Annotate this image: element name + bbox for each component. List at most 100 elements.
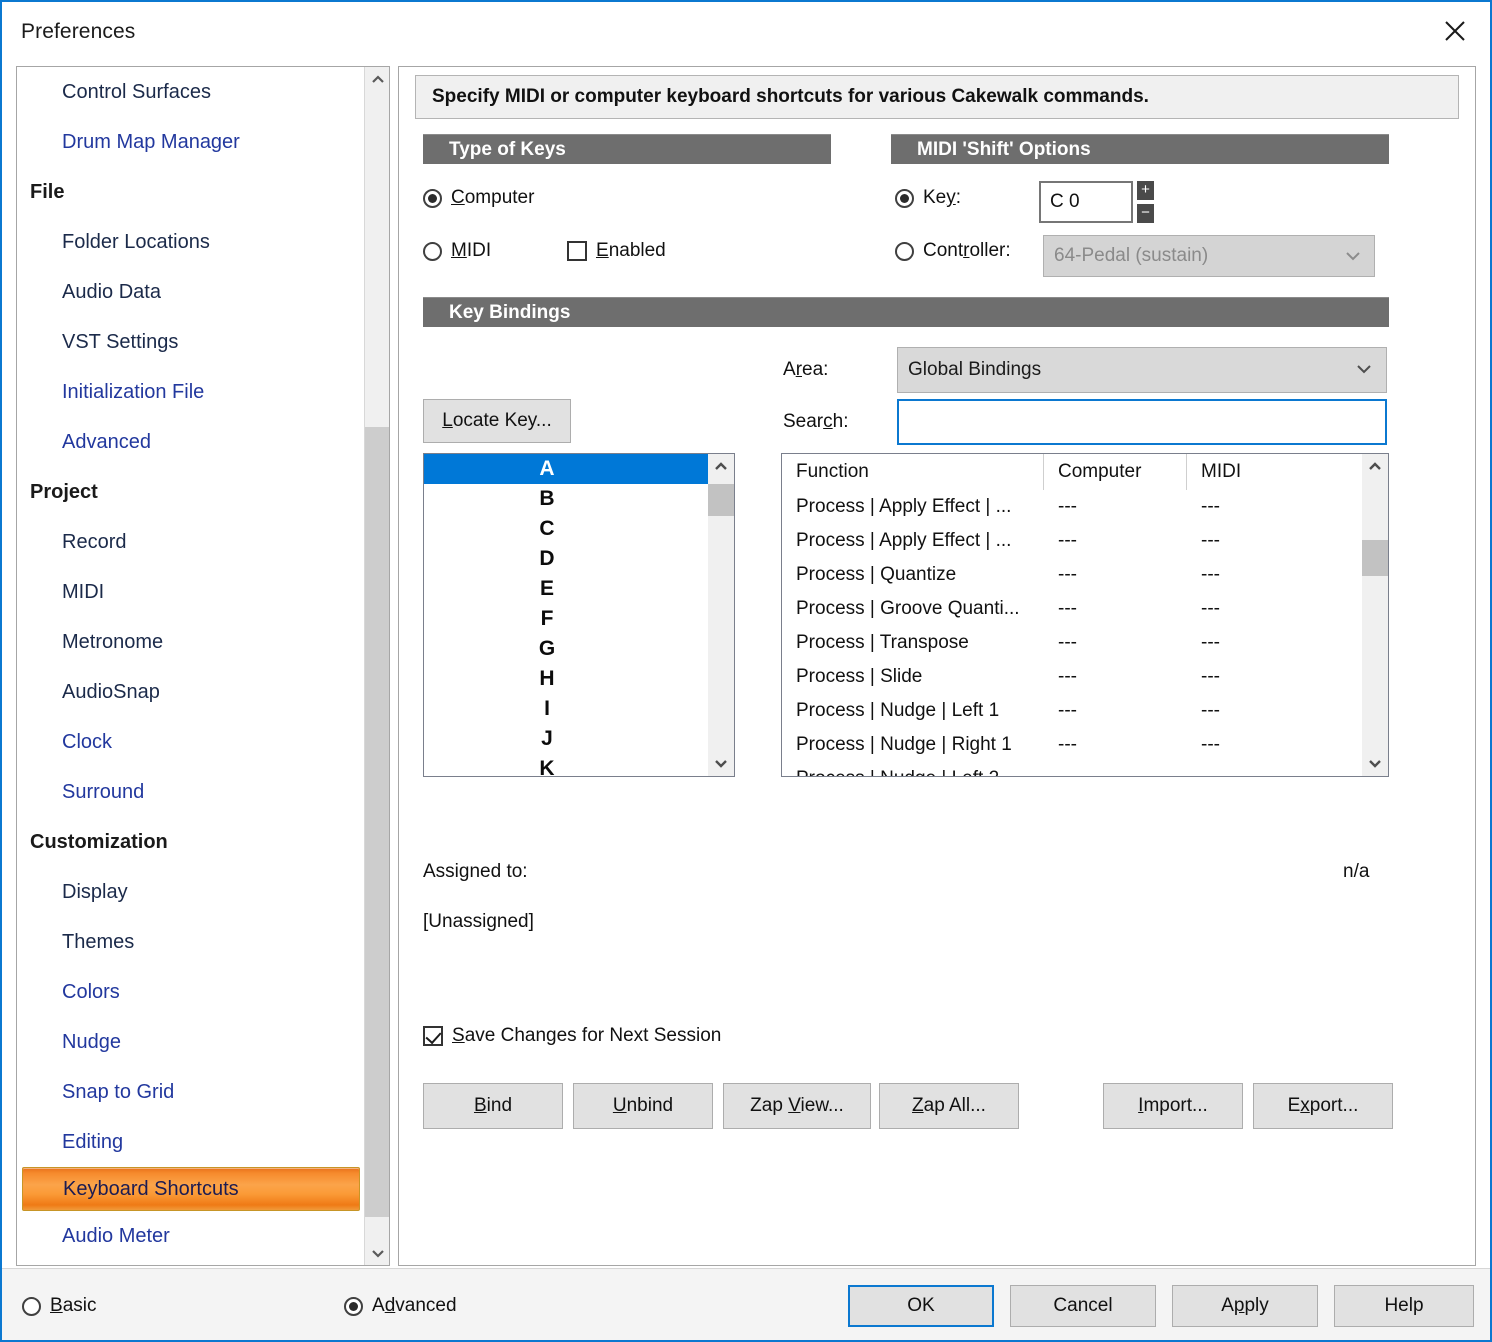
title-bar: Preferences <box>2 2 1490 64</box>
sidebar-item-keyboard-shortcuts[interactable]: Keyboard Shortcuts <box>22 1167 360 1211</box>
key-list-item[interactable]: F <box>424 604 710 634</box>
key-list-item[interactable]: I <box>424 694 710 724</box>
sidebar-item-label: Project <box>30 481 98 504</box>
key-list-item[interactable]: H <box>424 664 710 694</box>
column-header-midi[interactable]: MIDI <box>1187 454 1363 490</box>
locate-key-button[interactable]: Locate Key... <box>423 399 571 443</box>
table-row[interactable]: Process | Nudge | Left 1------ <box>782 694 1363 728</box>
locate-key-label: Locate Key... <box>442 410 552 432</box>
table-row[interactable]: Process | Nudge | Right 1------ <box>782 728 1363 762</box>
sidebar-item-midi[interactable]: MIDI <box>17 567 365 617</box>
radio-midi[interactable]: MIDI <box>423 240 491 262</box>
radio-key[interactable]: Key: <box>895 187 961 209</box>
table-row[interactable]: Process | Groove Quanti...------ <box>782 592 1363 626</box>
table-row[interactable]: Process | Nudge | Left 2------ <box>782 762 1363 777</box>
sidebar-scrollbar[interactable] <box>364 67 389 1265</box>
sidebar-item-initialization-file[interactable]: Initialization File <box>17 367 365 417</box>
help-button[interactable]: Help <box>1334 1285 1474 1327</box>
zap-view-button[interactable]: Zap View... <box>723 1083 871 1129</box>
key-list-item[interactable]: E <box>424 574 710 604</box>
key-list-item[interactable]: J <box>424 724 710 754</box>
info-text: Specify MIDI or computer keyboard shortc… <box>415 75 1459 119</box>
sidebar-item-themes[interactable]: Themes <box>17 917 365 967</box>
sidebar-item-audio-meter[interactable]: Audio Meter <box>17 1211 365 1261</box>
function-table-scrollbar[interactable] <box>1362 454 1388 776</box>
column-header-function[interactable]: Function <box>782 454 1044 490</box>
radio-basic[interactable]: Basic <box>22 1295 96 1317</box>
radio-computer-label: CComputeromputer <box>451 187 534 209</box>
close-button[interactable] <box>1420 2 1490 60</box>
sidebar-item-folder-locations[interactable]: Folder Locations <box>17 217 365 267</box>
key-list-item[interactable]: D <box>424 544 710 574</box>
sidebar-item-clock[interactable]: Clock <box>17 717 365 767</box>
key-list-item[interactable]: G <box>424 634 710 664</box>
export-button[interactable]: Export... <box>1253 1083 1393 1129</box>
sidebar-item-display[interactable]: Display <box>17 867 365 917</box>
sidebar-item-colors[interactable]: Colors <box>17 967 365 1017</box>
sidebar-item-editing[interactable]: Editing <box>17 1117 365 1167</box>
table-cell: --- <box>1187 626 1363 660</box>
key-list-scrollbar-thumb[interactable] <box>708 484 734 516</box>
key-value-input[interactable]: C 0 <box>1039 181 1133 223</box>
radio-controller[interactable]: Controller: <box>895 240 1011 262</box>
sidebar-item-advanced[interactable]: Advanced <box>17 417 365 467</box>
table-cell: --- <box>1044 592 1187 626</box>
sidebar-item-label: Metronome <box>62 631 163 654</box>
unbind-button[interactable]: Unbind <box>573 1083 713 1129</box>
controller-select[interactable]: 64-Pedal (sustain) <box>1043 235 1375 277</box>
chevron-down-icon[interactable] <box>365 1240 390 1265</box>
table-row[interactable]: Process | Quantize------ <box>782 558 1363 592</box>
sidebar-scrollbar-thumb[interactable] <box>365 427 390 1217</box>
checkbox-enabled[interactable]: Enabled <box>567 240 666 262</box>
column-header-computer[interactable]: Computer <box>1044 454 1187 490</box>
key-list[interactable]: ABCDEFGHIJKLM <box>423 453 735 777</box>
key-list-item[interactable]: K <box>424 754 710 777</box>
key-list-item[interactable]: C <box>424 514 710 544</box>
sidebar: Control SurfacesDrum Map Manager File Fold… <box>16 66 390 1266</box>
table-row[interactable]: Process | Apply Effect | ...------ <box>782 524 1363 558</box>
sidebar-item-metronome[interactable]: Metronome <box>17 617 365 667</box>
ok-button[interactable]: OK <box>848 1285 994 1327</box>
checkbox-save-changes[interactable]: Save Changes for Next Session <box>423 1025 721 1047</box>
key-list-scrollbar[interactable] <box>708 454 734 776</box>
sidebar-item-audiosnap[interactable]: AudioSnap <box>17 667 365 717</box>
key-list-item[interactable]: A <box>424 454 710 484</box>
spinner-up-button[interactable]: + <box>1137 181 1154 200</box>
sidebar-item-record[interactable]: Record <box>17 517 365 567</box>
sidebar-item-drum-map-manager[interactable]: Drum Map Manager <box>17 117 365 167</box>
chevron-down-icon[interactable] <box>1362 750 1388 776</box>
radio-advanced[interactable]: Advanced <box>344 1295 457 1317</box>
sidebar-item-nudge[interactable]: Nudge <box>17 1017 365 1067</box>
chevron-down-icon[interactable] <box>708 750 734 776</box>
zap-all-button[interactable]: Zap All... <box>879 1083 1019 1129</box>
chevron-up-icon[interactable] <box>708 454 734 480</box>
table-cell: --- <box>1044 728 1187 762</box>
sidebar-item-vst-settings[interactable]: VST Settings <box>17 317 365 367</box>
sidebar-item-surround[interactable]: Surround <box>17 767 365 817</box>
table-row[interactable]: Process | Apply Effect | ...------ <box>782 490 1363 524</box>
sidebar-item-control-surfaces[interactable]: Control Surfaces <box>17 67 365 117</box>
radio-basic-indicator <box>22 1297 41 1316</box>
key-list-item[interactable]: B <box>424 484 710 514</box>
apply-button[interactable]: Apply <box>1172 1285 1318 1327</box>
table-row[interactable]: Process | Transpose------ <box>782 626 1363 660</box>
sidebar-item-label: File <box>30 181 64 204</box>
chevron-up-icon[interactable] <box>365 67 390 92</box>
sidebar-item-snap-to-grid[interactable]: Snap to Grid <box>17 1067 365 1117</box>
function-table[interactable]: FunctionComputerMIDI Process | Apply Eff… <box>781 453 1389 777</box>
search-input[interactable] <box>897 399 1387 445</box>
sidebar-item-audio-data[interactable]: Audio Data <box>17 267 365 317</box>
import-button[interactable]: Import... <box>1103 1083 1243 1129</box>
table-row[interactable]: Process | Slide------ <box>782 660 1363 694</box>
spinner-down-button[interactable]: − <box>1137 204 1154 223</box>
apply-label: Apply <box>1221 1295 1269 1317</box>
table-cell: Process | Transpose <box>782 626 1044 660</box>
cancel-button[interactable]: Cancel <box>1010 1285 1156 1327</box>
radio-basic-label: Basic <box>50 1295 96 1317</box>
radio-computer[interactable]: CComputeromputer <box>423 187 534 209</box>
chevron-up-icon[interactable] <box>1362 454 1388 480</box>
key-value-spinner[interactable]: + − <box>1137 181 1154 223</box>
area-select[interactable]: Global Bindings <box>897 347 1387 393</box>
bind-button[interactable]: Bind <box>423 1083 563 1129</box>
function-table-scrollbar-thumb[interactable] <box>1362 540 1388 576</box>
